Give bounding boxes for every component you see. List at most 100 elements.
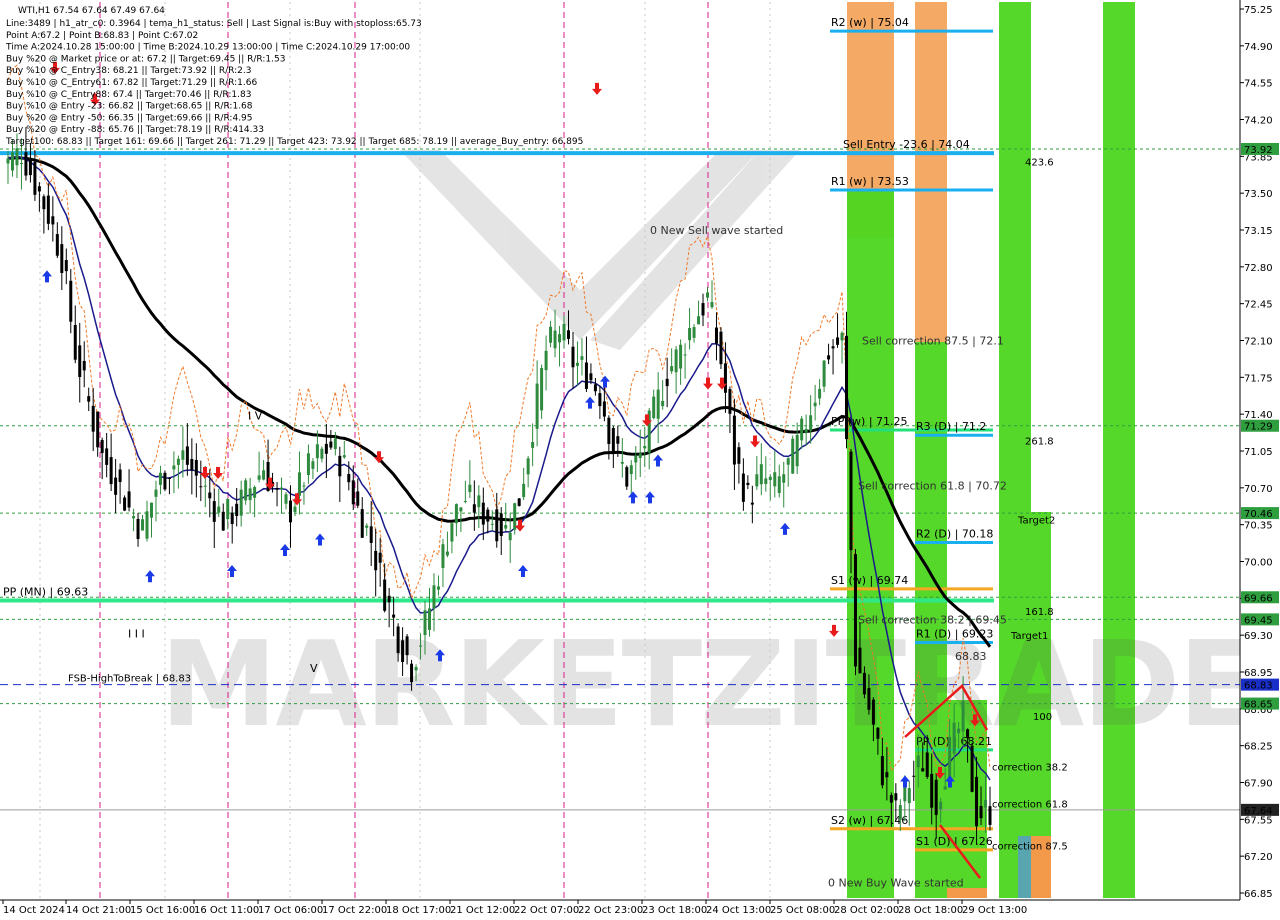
price-badge-label: 67.64 (1244, 806, 1273, 817)
info-line: Buy %20 @ Market price or at: 67.2 || Ta… (6, 54, 285, 64)
candle-body (338, 455, 342, 477)
candle-body (804, 428, 808, 433)
candle-body (401, 640, 405, 663)
candle-body (105, 448, 109, 465)
candle-body (871, 699, 875, 725)
candle-body (306, 453, 310, 476)
candle-body (69, 280, 73, 322)
candle-body (288, 500, 292, 523)
x-tick-label: 22 Oct 23:00 (578, 905, 643, 916)
y-tick-label: 74.20 (1244, 116, 1273, 127)
candle-body (625, 467, 629, 487)
pivot-level-label: S1 (w) | 69.74 (831, 574, 908, 587)
candle-body (203, 485, 207, 487)
price-chart[interactable]: MARKETZITRADE FSB-HighToBreak | 68.83PP … (0, 0, 1280, 920)
candle-body (149, 502, 153, 518)
candle-body (692, 327, 696, 338)
candle-body (194, 459, 198, 476)
candle-body (176, 458, 180, 465)
candle-body (392, 614, 396, 618)
candle-body (10, 152, 14, 171)
candle-body (463, 500, 467, 502)
info-line: Line:3489 | h1_atr_c0: 0.3964 | tema_h1_… (6, 19, 422, 29)
price-axis: 75.2574.9074.5574.2073.8573.5073.1572.80… (1239, 0, 1280, 920)
candle-body (329, 441, 333, 448)
candle-body (607, 417, 611, 445)
candle-body (549, 326, 553, 343)
candle-body (975, 776, 979, 827)
y-tick-label: 73.50 (1244, 189, 1273, 200)
candle-body (387, 595, 391, 603)
candle-body (257, 475, 261, 480)
candle-body (459, 507, 463, 512)
y-tick-label: 71.75 (1244, 373, 1273, 384)
candle-body (46, 195, 50, 224)
candle-body (876, 727, 880, 739)
candle-body (818, 388, 822, 399)
candle-body (230, 512, 234, 525)
candle-body (665, 378, 669, 387)
chart-annotation: Sell correction 87.5 | 72.1 (862, 335, 1004, 348)
candle-body (87, 396, 91, 402)
candle-body (73, 324, 77, 360)
candle-body (508, 532, 512, 541)
candle-body (342, 455, 346, 458)
candle-body (593, 384, 597, 392)
x-tick-label: 28 Oct 18:00 (898, 905, 963, 916)
candle-body (840, 332, 844, 341)
candle-body (410, 663, 414, 683)
x-tick-label: 17 Oct 22:00 (322, 905, 387, 916)
candle-body (96, 411, 100, 448)
x-tick-label: 18 Oct 17:00 (386, 905, 451, 916)
candle-body (638, 453, 642, 458)
y-tick-label: 67.90 (1244, 779, 1273, 790)
candle-body (33, 161, 37, 195)
candle-body (378, 552, 382, 563)
candle-body (158, 472, 162, 485)
candle-body (239, 489, 243, 516)
candle-body (217, 506, 221, 513)
candle-body (620, 461, 624, 464)
candle-body (688, 327, 692, 341)
y-tick-label: 68.95 (1244, 668, 1273, 679)
candle-body (445, 551, 449, 556)
candle-body (553, 330, 557, 349)
candle-body (365, 525, 369, 528)
candle-body (333, 438, 337, 450)
y-tick-label: 74.90 (1244, 42, 1273, 53)
candle-body (208, 492, 212, 499)
x-tick-label: 17 Oct 06:00 (258, 905, 323, 916)
candle-body (898, 805, 902, 820)
candle-body (701, 303, 705, 316)
candle-body (221, 511, 225, 531)
x-tick-label: 14 Oct 21:00 (66, 905, 131, 916)
candle-body (28, 160, 32, 176)
candle-body (957, 728, 961, 734)
candle-body (320, 448, 324, 459)
wide-level-label: Sell Entry -23.6 | 74.04 (843, 138, 970, 151)
candle-body (297, 472, 301, 496)
candle-body (540, 368, 544, 411)
price-badge-label: 69.66 (1244, 593, 1273, 604)
symbol-line: WTI,H1 67.54 67.64 67.49 67.64 (18, 6, 165, 16)
candle-body (6, 158, 10, 164)
candle-body (575, 362, 579, 366)
candle-body (526, 458, 530, 475)
candle-body (15, 148, 19, 166)
candle-body (226, 498, 230, 520)
y-tick-label: 72.80 (1244, 263, 1273, 274)
y-tick-label: 72.10 (1244, 337, 1273, 348)
price-badge-label: 70.46 (1244, 509, 1273, 520)
candle-body (773, 472, 777, 487)
chart-annotation: 0 New Buy Wave started (828, 876, 964, 889)
candle-body (504, 525, 508, 529)
candle-body (567, 330, 571, 339)
candle-body (723, 363, 727, 393)
x-tick-label: 22 Oct 07:00 (514, 905, 579, 916)
candle-body (262, 470, 266, 480)
candle-body (907, 788, 911, 804)
candle-body (172, 465, 176, 470)
y-tick-label: 70.00 (1244, 558, 1273, 569)
candle-body (894, 793, 898, 801)
y-tick-label: 69.30 (1244, 631, 1273, 642)
